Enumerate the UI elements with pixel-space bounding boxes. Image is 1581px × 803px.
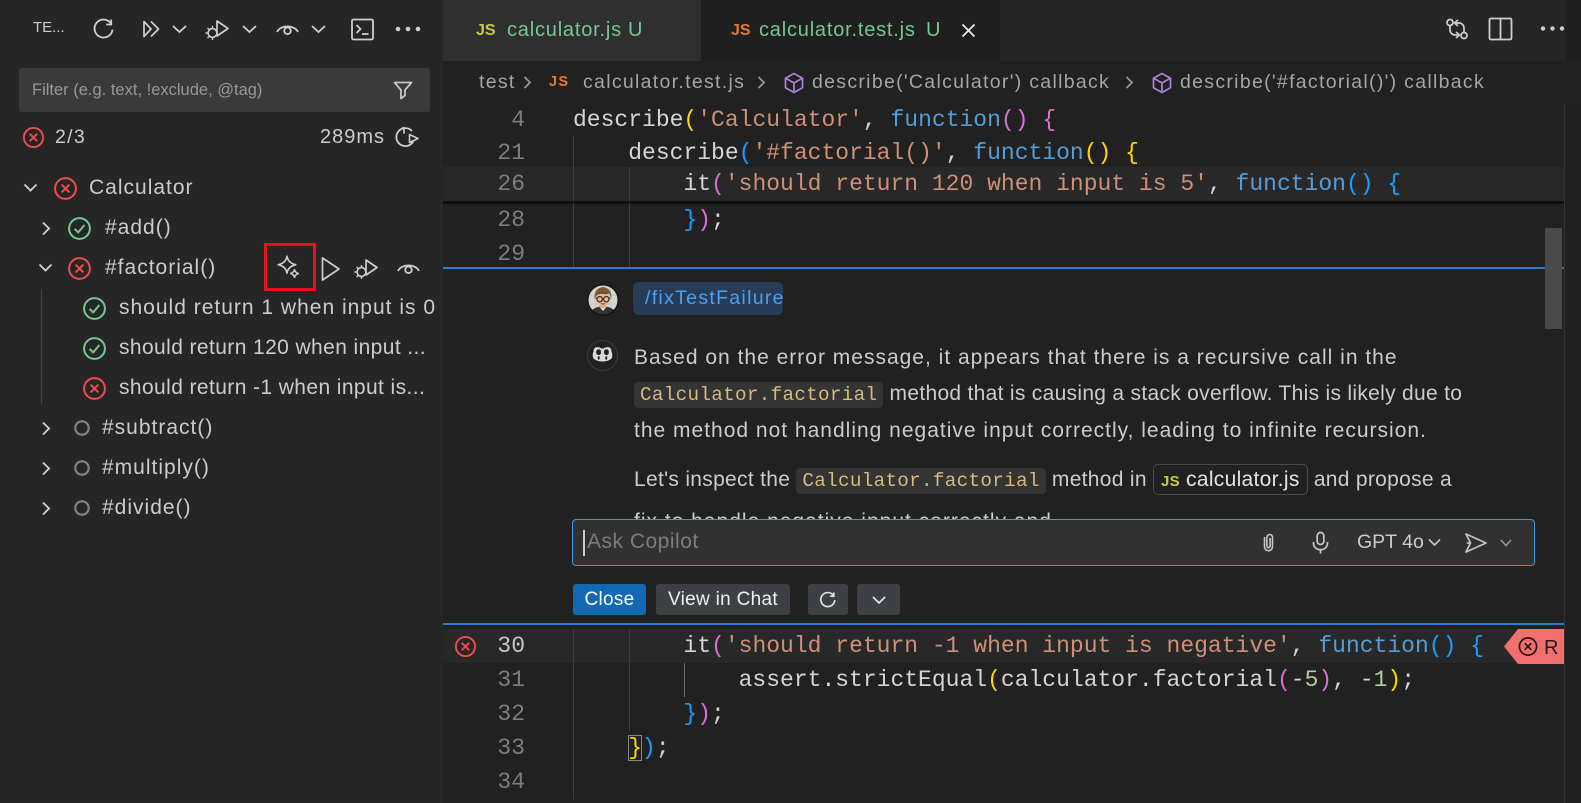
svg-text:R: R	[1544, 637, 1558, 659]
